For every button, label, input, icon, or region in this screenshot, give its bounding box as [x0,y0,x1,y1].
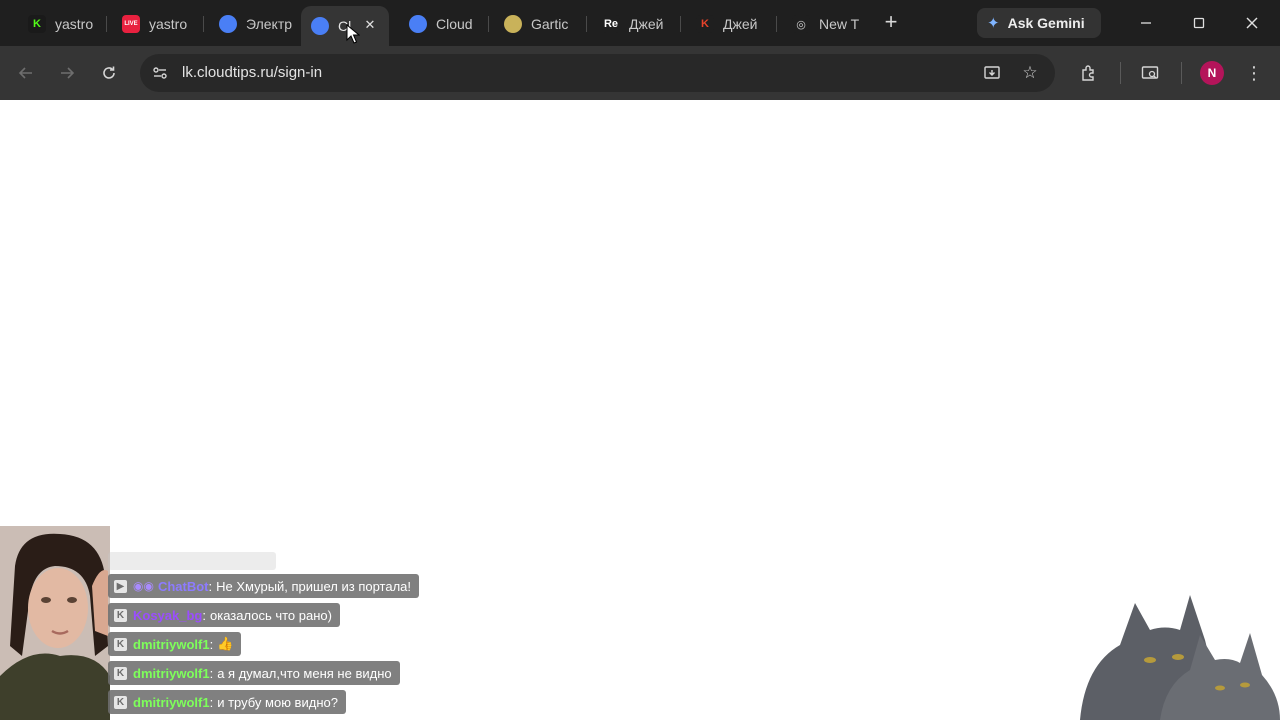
close-icon [1246,17,1258,29]
toolbar-divider [1181,62,1182,84]
chat-username: Kosyak_bg [133,607,203,623]
tab-favicon-icon: ◎ [792,15,810,33]
tab-2[interactable]: Электр [205,8,297,40]
reload-icon [103,66,115,79]
tab-title: New T [819,16,860,32]
profile-avatar[interactable]: N [1200,61,1224,85]
tab-close-icon[interactable]: ✕ [361,16,379,34]
tab-search-icon[interactable] [1138,61,1162,85]
tab-favicon-icon: K [696,15,714,33]
ask-gemini-label: Ask Gemini [1007,15,1085,31]
extensions-icon[interactable] [1077,61,1101,85]
chat-text: и трубу мою видно? [217,694,338,710]
chat-username: dmitriywolf1 [133,694,210,710]
site-info-icon[interactable] [148,61,172,85]
chat-colon: : [209,694,214,710]
tab-4[interactable]: Cloud [395,8,487,40]
tab-1[interactable]: LIVE yastro [108,8,198,40]
chat-message: ▶ ◉◉ ChatBot: Не Хмурый, пришел из портала! [108,574,419,598]
forward-button[interactable] [55,61,79,85]
toolbar-divider [1120,62,1121,84]
close-window-button[interactable] [1229,8,1275,38]
tab-5[interactable]: Gartic [490,8,582,40]
minimize-button[interactable] [1123,8,1169,38]
tab-favicon-icon [409,15,427,33]
restore-icon [1193,17,1205,29]
tab-favicon-icon: Re [602,15,620,33]
chat-colon: : [202,607,206,623]
chat-text: Не Хмурый, пришел из портала! [216,578,411,594]
tab-favicon-icon: K [28,15,46,33]
tab-0[interactable]: Kyastro [14,8,104,40]
webcam-overlay [0,526,110,720]
tab-favicon-icon: LIVE [122,15,140,33]
menu-kebab-icon[interactable]: ⋮ [1242,61,1266,85]
chat-text: 👍 [217,636,234,651]
tab-title: yastro [55,16,94,32]
tab-separator [488,16,489,32]
kick-icon: K [114,695,127,709]
tab-title: Gartic [531,16,569,32]
tab-title: Электр [246,16,293,32]
ask-gemini-button[interactable]: ✦ Ask Gemini [977,8,1101,38]
play-icon: ▶ [114,579,127,593]
chat-message: Kdmitriywolf1: 👍 [108,632,242,656]
tab-favicon-icon [504,15,522,33]
tab-8[interactable]: ◎ New T [778,8,868,40]
new-tab-button[interactable]: + [878,10,904,36]
reload-button[interactable] [97,61,121,85]
tab-separator [776,16,777,32]
chat-colon: : [208,578,213,594]
arrow-left-icon [18,67,32,79]
chat-message-faded [108,552,276,570]
chat-username: dmitriywolf1 [133,665,210,681]
arrow-right-icon [61,67,75,79]
tab-strip: Kyastro LIVE yastro Электр Cl ✕ Cloud Gartic Re Д… [0,0,1280,46]
tab-7[interactable]: K Джей [682,8,774,40]
chat-message: K Kosyak_bg: оказалось что рано) [108,603,340,627]
gemini-icon: ✦ [987,15,1000,32]
browser-toolbar: lk.cloudtips.ru/sign-in ☆ ⋮ [0,46,1280,100]
chat-message: Kdmitriywolf1: и трубу мою видно? [108,690,346,714]
back-button[interactable] [14,61,38,85]
tab-separator [680,16,681,32]
tab-title: yastro [149,16,188,32]
chat-colon: : [209,636,214,652]
tab-separator [586,16,587,32]
address-bar[interactable]: lk.cloudtips.ru/sign-in ☆ [140,54,1055,92]
chat-text: оказалось что рано) [210,607,332,623]
minimize-icon [1141,22,1151,24]
chat-text: а я думал,что меня не видно [217,665,392,681]
kick-icon: K [114,608,127,622]
tab-favicon-icon [219,15,237,33]
chat-colon: : [209,665,214,681]
tab-title: Cloud [436,16,473,32]
install-app-icon[interactable] [980,61,1004,85]
url-text[interactable]: lk.cloudtips.ru/sign-in [182,64,322,81]
kick-icon: K [114,637,127,651]
kick-icon: K [114,666,127,680]
tab-separator [106,16,107,32]
tab-title: Джей [723,16,758,32]
chat-message: Kdmitriywolf1: а я думал,что меня не видн… [108,661,400,685]
tab-favicon-icon [311,17,329,35]
tab-3[interactable]: Cl ✕ [301,6,389,46]
tab-title: Джей [629,16,664,32]
tab-6[interactable]: Re Джей [588,8,678,40]
tab-separator [203,16,204,32]
chat-username: dmitriywolf1 [133,636,210,652]
maximize-button[interactable] [1176,8,1222,38]
mouse-cursor-icon [346,24,360,44]
bookmark-star-icon[interactable]: ☆ [1018,61,1042,85]
cats-overlay [1040,585,1280,720]
chat-username: ChatBot [157,578,209,594]
robot-icon: ◉◉ [133,579,154,593]
